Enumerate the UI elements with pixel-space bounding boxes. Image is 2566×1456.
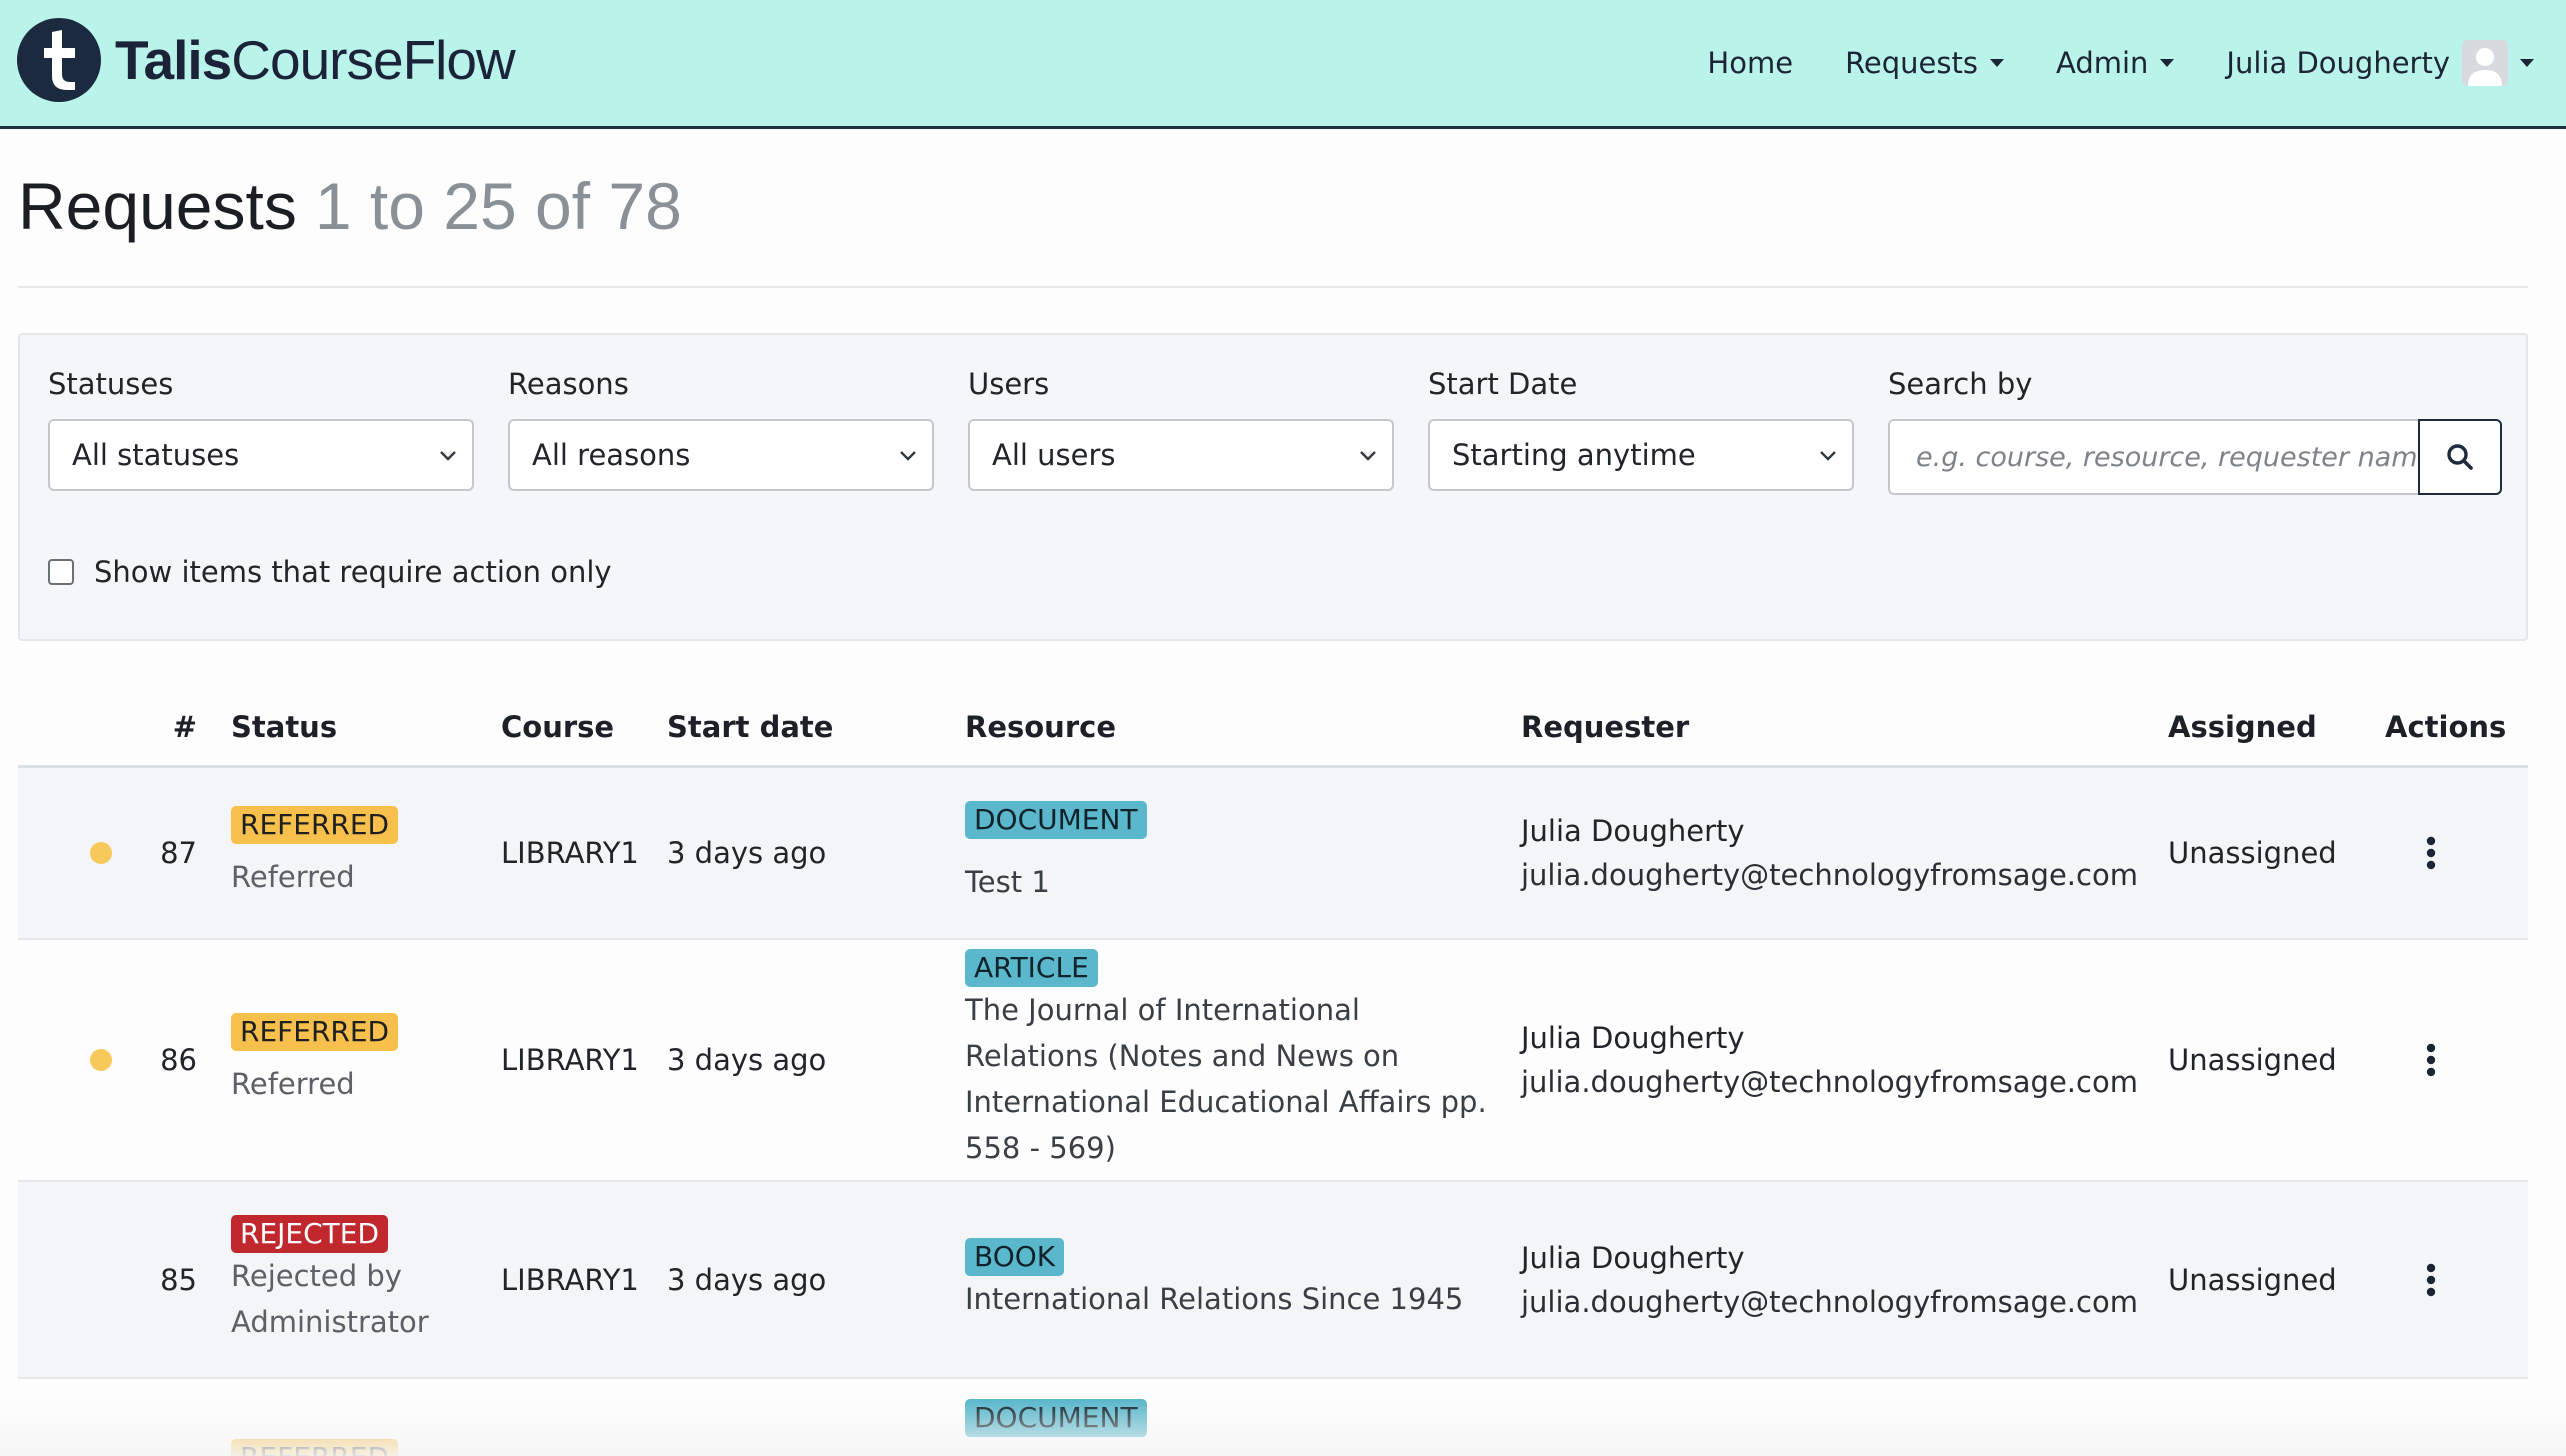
col-header-requester: Requester: [1521, 690, 2168, 768]
col-header-start-date: Start date: [667, 690, 965, 768]
resource-title: Test 1: [965, 864, 1050, 899]
col-header-status: Status: [231, 690, 501, 768]
requester-email: julia.dougherty@technologyfromsage.com: [1521, 1284, 2138, 1319]
requester-cell: Julia Dougherty julia.dougherty@technolo…: [1521, 766, 2168, 940]
resource-cell: ARTICLE The Journal of International Rel…: [965, 939, 1521, 1182]
nav-admin-dropdown[interactable]: Admin: [2056, 46, 2175, 80]
chevron-down-icon: [440, 451, 456, 461]
course-cell: LIBRARY1: [501, 1181, 667, 1379]
requester-email: julia.dougherty@technologyfromsage.com: [1521, 857, 2138, 892]
status-badge: REFERRED: [231, 1439, 399, 1456]
users-filter: Users All users: [968, 367, 1394, 491]
requester-cell: Julia Dougherty julia.dougherty@technolo…: [1521, 939, 2168, 1182]
table-row[interactable]: 85 REJECTED Rejected by Administrator LI…: [18, 1181, 2528, 1379]
brand-name: TalisCourseFlow: [115, 29, 516, 91]
resource-cell: BOOK International Relations Since 1945: [965, 1181, 1521, 1379]
caret-down-icon: [2160, 59, 2175, 67]
top-navbar: TalisCourseFlow Home Requests Admin Juli…: [0, 0, 2566, 129]
resource-type-badge: DOCUMENT: [965, 1399, 1147, 1437]
table-row[interactable]: 86 REFERRED Referred LIBRARY1 3 days ago…: [18, 939, 2528, 1182]
status-badge: REFERRED: [231, 1013, 399, 1051]
assigned-cell: Unassigned: [2168, 939, 2385, 1182]
requester-email: julia.dougherty@technologyfromsage.com: [1521, 1065, 2138, 1099]
reasons-select[interactable]: All reasons: [508, 419, 934, 491]
start-date-cell: 3 days ago: [667, 766, 965, 940]
request-number: 85: [120, 1181, 231, 1379]
status-text: Rejected by Administrator: [231, 1258, 429, 1339]
resource-type-badge: DOCUMENT: [965, 800, 1147, 839]
start-date-cell: 3 days ago: [667, 1181, 965, 1379]
nav-home[interactable]: Home: [1707, 46, 1793, 80]
action-only-toggle: Show items that require action only: [48, 555, 612, 589]
filter-panel: Statuses All statuses Reasons All reason…: [18, 333, 2528, 641]
requester-cell: Julia Dougherty julia.dougherty@technolo…: [1521, 1181, 2168, 1379]
search-button[interactable]: [2418, 419, 2502, 495]
brand-logo[interactable]: TalisCourseFlow: [17, 18, 516, 102]
nav-user-dropdown[interactable]: Julia Dougherty: [2226, 40, 2534, 86]
table-header-row: # Status Course Start date Resource Requ…: [18, 690, 2528, 768]
col-header-resource: Resource: [965, 690, 1521, 768]
nav-menu: Home Requests Admin Julia Dougherty: [1655, 0, 2566, 126]
requests-table: # Status Course Start date Resource Requ…: [18, 690, 2528, 1456]
status-cell: REFERRED: [231, 1378, 501, 1456]
resource-type-badge: BOOK: [965, 1237, 1065, 1276]
col-header-assigned: Assigned: [2168, 690, 2385, 768]
start-date-cell: 3 days ago: [667, 939, 965, 1182]
resource-type-badge: ARTICLE: [965, 949, 1098, 987]
status-text: Referred: [231, 1067, 355, 1101]
kebab-menu-icon[interactable]: [2425, 836, 2437, 870]
nav-requests-dropdown[interactable]: Requests: [1845, 46, 2004, 80]
resource-cell: DOCUMENT Test 1: [965, 766, 1521, 940]
chevron-down-icon: [900, 451, 916, 461]
status-cell: REJECTED Rejected by Administrator: [231, 1181, 501, 1379]
start-date-filter: Start Date Starting anytime: [1428, 367, 1854, 491]
caret-down-icon: [1989, 59, 2004, 67]
request-number: [120, 1378, 231, 1456]
search-icon: [2447, 444, 2473, 470]
resource-cell: DOCUMENT: [965, 1378, 1521, 1456]
users-select[interactable]: All users: [968, 419, 1394, 491]
request-number: 86: [120, 939, 231, 1182]
assigned-cell: Unassigned: [2168, 766, 2385, 940]
col-header-course: Course: [501, 690, 667, 768]
table-row[interactable]: REFERRED DOCUMENT: [18, 1378, 2528, 1456]
start-date-select[interactable]: Starting anytime: [1428, 419, 1854, 491]
title-divider: [18, 286, 2528, 288]
chevron-down-icon: [1360, 451, 1376, 461]
action-required-dot: [90, 1049, 112, 1071]
caret-down-icon: [2520, 59, 2534, 67]
requester-name: Julia Dougherty: [1521, 813, 1745, 848]
search-filter: Search by: [1888, 367, 2502, 495]
status-cell: REFERRED Referred: [231, 766, 501, 940]
action-required-dot: [90, 841, 112, 864]
talis-logo-icon: [17, 18, 101, 102]
action-only-checkbox[interactable]: [48, 559, 74, 585]
avatar-icon: [2462, 40, 2508, 86]
reasons-filter: Reasons All reasons: [508, 367, 934, 491]
course-cell: LIBRARY1: [501, 939, 667, 1182]
resource-title: International Relations Since 1945: [965, 1281, 1464, 1316]
statuses-filter: Statuses All statuses: [48, 367, 474, 491]
col-header-number: #: [120, 690, 231, 768]
search-input[interactable]: [1888, 419, 2418, 495]
kebab-menu-icon[interactable]: [2425, 1043, 2437, 1077]
course-cell: LIBRARY1: [501, 766, 667, 940]
status-badge: REJECTED: [231, 1214, 389, 1253]
search-group: [1888, 419, 2502, 495]
kebab-menu-icon[interactable]: [2425, 1263, 2437, 1297]
status-badge: REFERRED: [231, 805, 399, 844]
assigned-cell: Unassigned: [2168, 1181, 2385, 1379]
page-title: Requests 1 to 25 of 78: [18, 169, 682, 243]
resource-title: The Journal of International Relations (…: [965, 993, 1487, 1165]
chevron-down-icon: [1820, 451, 1836, 461]
table-row[interactable]: 87 REFERRED Referred LIBRARY1 3 days ago…: [18, 766, 2528, 940]
status-text: Referred: [231, 859, 355, 894]
requester-name: Julia Dougherty: [1521, 1021, 1745, 1055]
status-cell: REFERRED Referred: [231, 939, 501, 1182]
col-header-actions: Actions: [2385, 690, 2528, 768]
result-range: 1 to 25 of 78: [314, 169, 682, 243]
request-number: 87: [120, 766, 231, 940]
statuses-select[interactable]: All statuses: [48, 419, 474, 491]
requester-name: Julia Dougherty: [1521, 1240, 1745, 1275]
